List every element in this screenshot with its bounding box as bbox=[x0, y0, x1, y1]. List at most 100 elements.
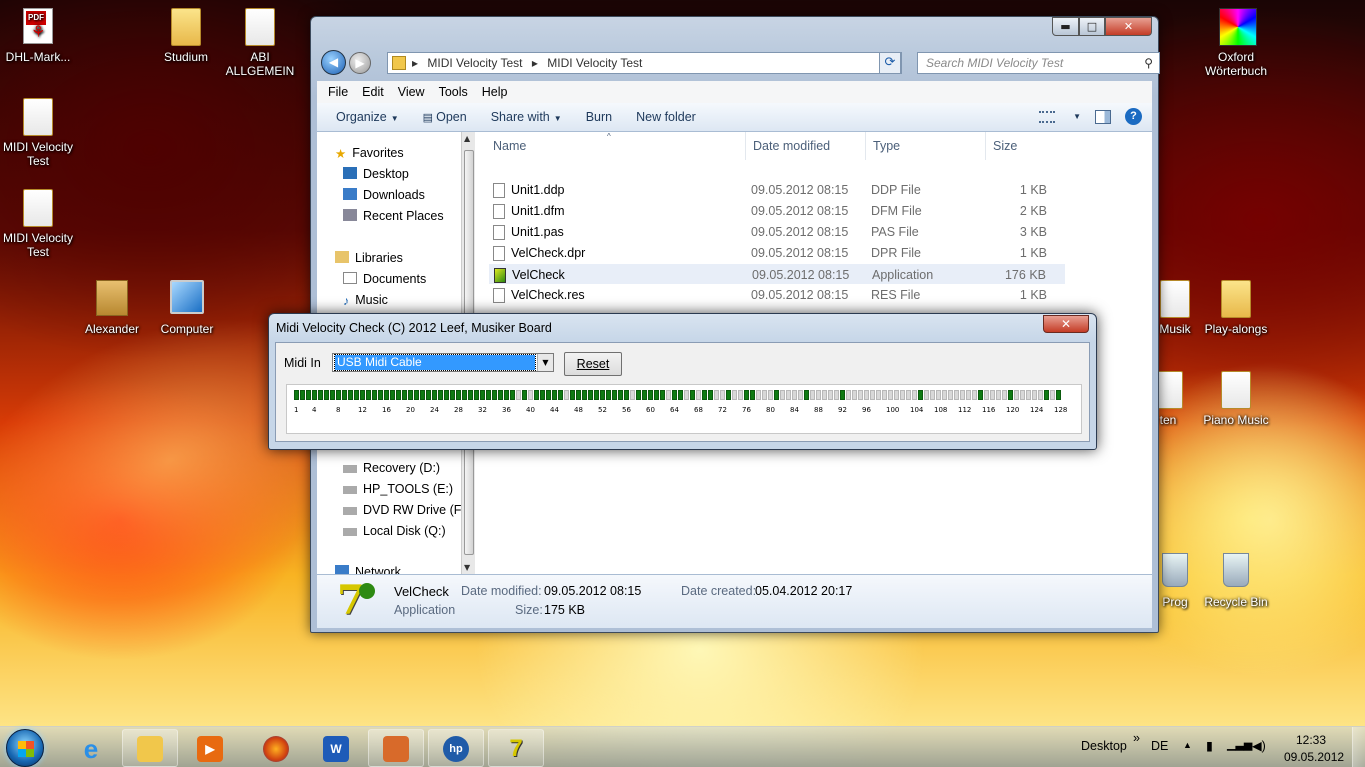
taskbar-velcheck[interactable]: 7 bbox=[488, 729, 544, 767]
menu-help[interactable]: Help bbox=[482, 85, 508, 99]
nav-libraries[interactable]: Libraries bbox=[335, 249, 403, 267]
file-row[interactable]: Unit1.pas 09.05.2012 08:15 PAS File 3 KB bbox=[489, 222, 1065, 242]
volume-icon[interactable]: ◀) bbox=[1252, 738, 1266, 767]
taskbar-ie[interactable]: e bbox=[63, 729, 119, 767]
desktop-icon-oxford[interactable]: Oxford Wörterbuch bbox=[1198, 8, 1274, 78]
search-input[interactable]: Search MIDI Velocity Test ⚲ bbox=[917, 52, 1160, 74]
address-bar[interactable]: ▸ MIDI Velocity Test ▸ MIDI Velocity Tes… bbox=[387, 52, 902, 74]
nav-music[interactable]: ♪ Music bbox=[343, 291, 388, 309]
search-icon[interactable]: ⚲ bbox=[1144, 53, 1153, 73]
clock-date[interactable]: 09.05.2012 bbox=[1284, 750, 1344, 767]
velocity-cell bbox=[660, 390, 665, 400]
nav-recent-places[interactable]: Recent Places bbox=[343, 207, 444, 225]
desktop-icon-dhl[interactable]: PDF ⚘ DHL-Mark... bbox=[0, 8, 76, 64]
taskbar-word[interactable]: W bbox=[308, 729, 364, 767]
velocity-tick-label: 88 bbox=[814, 406, 823, 414]
signal-icon[interactable]: ▁▃▅ bbox=[1227, 738, 1252, 767]
open-button[interactable]: ▤ Open bbox=[423, 110, 467, 124]
menu-tools[interactable]: Tools bbox=[439, 85, 468, 99]
taskbar-firefox[interactable] bbox=[248, 729, 304, 767]
velocity-cell bbox=[306, 390, 311, 400]
velocity-tick-label: 96 bbox=[862, 406, 871, 414]
back-button[interactable]: ◀ bbox=[321, 50, 346, 75]
show-hidden-icons-icon[interactable]: ▲ bbox=[1183, 740, 1192, 767]
taskbar-remote[interactable] bbox=[368, 729, 424, 767]
desktop-icon-alexander[interactable]: Alexander bbox=[74, 280, 150, 336]
midi-in-select[interactable]: USB Midi Cable ▼ bbox=[332, 353, 554, 372]
nav-documents[interactable]: Documents bbox=[343, 270, 426, 288]
show-desktop-button[interactable] bbox=[1352, 727, 1365, 767]
dialog-close-button[interactable]: ✕ bbox=[1043, 315, 1089, 333]
desktop-toolbar-label[interactable]: Desktop bbox=[1081, 739, 1127, 767]
file-row[interactable]: Unit1.ddp 09.05.2012 08:15 DDP File 1 KB bbox=[489, 180, 1065, 200]
minimize-button[interactable]: ▬ bbox=[1052, 17, 1079, 36]
file-row[interactable]: VelCheck.dpr 09.05.2012 08:15 DPR File 1… bbox=[489, 243, 1065, 263]
network-icon bbox=[335, 565, 349, 574]
share-with-button[interactable]: Share with ▼ bbox=[491, 110, 562, 124]
chevron-down-icon[interactable]: ▼ bbox=[537, 354, 553, 371]
desktop-icon-prog[interactable]: Prog bbox=[1155, 553, 1195, 609]
scroll-up-icon[interactable]: ▲ bbox=[464, 134, 470, 143]
drive-icon bbox=[343, 486, 357, 494]
file-row-selected[interactable]: VelCheck 09.05.2012 08:15 Application 17… bbox=[489, 264, 1065, 284]
organize-button[interactable]: Organize ▼ bbox=[336, 110, 399, 124]
menu-file[interactable]: File bbox=[328, 85, 348, 99]
menu-view[interactable]: View bbox=[398, 85, 425, 99]
velocity-cell bbox=[576, 390, 581, 400]
column-date-modified[interactable]: Date modified bbox=[753, 139, 830, 153]
nav-drive-hp-tools[interactable]: HP_TOOLS (E:) bbox=[343, 480, 453, 498]
desktop-icon-midi-velocity-test[interactable]: MIDI Velocity Test bbox=[0, 98, 76, 168]
chevron-down-icon[interactable]: ▼ bbox=[1073, 112, 1081, 121]
velocity-tick-label: 120 bbox=[1006, 406, 1020, 414]
file-type: DPR File bbox=[871, 246, 922, 260]
new-folder-button[interactable]: New folder bbox=[636, 110, 696, 124]
desktop-icon-computer[interactable]: Computer bbox=[149, 280, 225, 336]
desktop-icon-midi-velocity-test-2[interactable]: MIDI Velocity Test bbox=[0, 189, 76, 259]
preview-pane-icon[interactable] bbox=[1095, 109, 1111, 124]
velocity-cell bbox=[540, 390, 545, 400]
nav-downloads[interactable]: Downloads bbox=[343, 186, 425, 204]
file-row[interactable]: Unit1.dfm 09.05.2012 08:15 DFM File 2 KB bbox=[489, 201, 1065, 221]
taskbar-hp[interactable]: hp bbox=[428, 729, 484, 767]
burn-button[interactable]: Burn bbox=[586, 110, 612, 124]
view-options-icon[interactable] bbox=[1039, 110, 1056, 123]
column-type[interactable]: Type bbox=[873, 139, 900, 153]
help-icon[interactable]: ? bbox=[1125, 108, 1142, 125]
desktop-icon-label: Recycle Bin bbox=[1204, 595, 1268, 609]
breadcrumb-item[interactable]: MIDI Velocity Test bbox=[547, 56, 642, 70]
nav-drive-local-q[interactable]: Local Disk (Q:) bbox=[343, 522, 446, 540]
nav-desktop[interactable]: Desktop bbox=[343, 165, 409, 183]
maximize-button[interactable]: □ bbox=[1079, 17, 1105, 36]
toolbar-chevron[interactable]: » bbox=[1133, 731, 1140, 767]
nav-label: Recent Places bbox=[363, 209, 444, 223]
start-button[interactable] bbox=[6, 729, 44, 767]
file-row[interactable]: VelCheck.res 09.05.2012 08:15 RES File 1… bbox=[489, 285, 1065, 305]
refresh-button[interactable]: ⟳ bbox=[879, 52, 901, 74]
taskbar-explorer[interactable] bbox=[122, 729, 178, 767]
taskbar-media-player[interactable]: ▶ bbox=[182, 729, 238, 767]
desktop-icon-play-alongs[interactable]: Play-alongs bbox=[1198, 280, 1274, 336]
close-button[interactable]: ✕ bbox=[1105, 17, 1152, 36]
battery-icon[interactable]: ▮ bbox=[1206, 738, 1213, 767]
desktop-icon-studium[interactable]: Studium bbox=[148, 8, 224, 64]
forward-button[interactable]: ▶ bbox=[349, 52, 371, 74]
desktop-icon-piano-music[interactable]: Piano Music bbox=[1198, 371, 1274, 427]
column-name[interactable]: Name bbox=[493, 139, 526, 153]
velocity-cell bbox=[534, 390, 539, 400]
nav-drive-recovery[interactable]: Recovery (D:) bbox=[343, 459, 440, 477]
desktop-icon-label: ABI ALLGEMEIN bbox=[225, 50, 295, 78]
menu-edit[interactable]: Edit bbox=[362, 85, 384, 99]
midi-velocity-dialog[interactable]: Midi Velocity Check (C) 2012 Leef, Musik… bbox=[268, 313, 1097, 450]
reset-button[interactable]: Reset bbox=[564, 352, 622, 376]
breadcrumb-item[interactable]: MIDI Velocity Test bbox=[427, 56, 522, 70]
nav-favorites[interactable]: ★ Favorites bbox=[335, 144, 404, 162]
language-indicator[interactable]: DE bbox=[1151, 739, 1168, 767]
desktop-icon-recycle-bin[interactable]: Recycle Bin bbox=[1198, 553, 1274, 609]
desktop-icon-abi[interactable]: ABI ALLGEMEIN bbox=[222, 8, 298, 78]
nav-drive-dvd[interactable]: DVD RW Drive (F bbox=[343, 501, 461, 519]
scroll-down-icon[interactable]: ▼ bbox=[464, 563, 470, 572]
column-size[interactable]: Size bbox=[993, 139, 1017, 153]
nav-network[interactable]: Network bbox=[335, 563, 401, 574]
velocity-cell bbox=[324, 390, 329, 400]
velocity-cell bbox=[348, 390, 353, 400]
